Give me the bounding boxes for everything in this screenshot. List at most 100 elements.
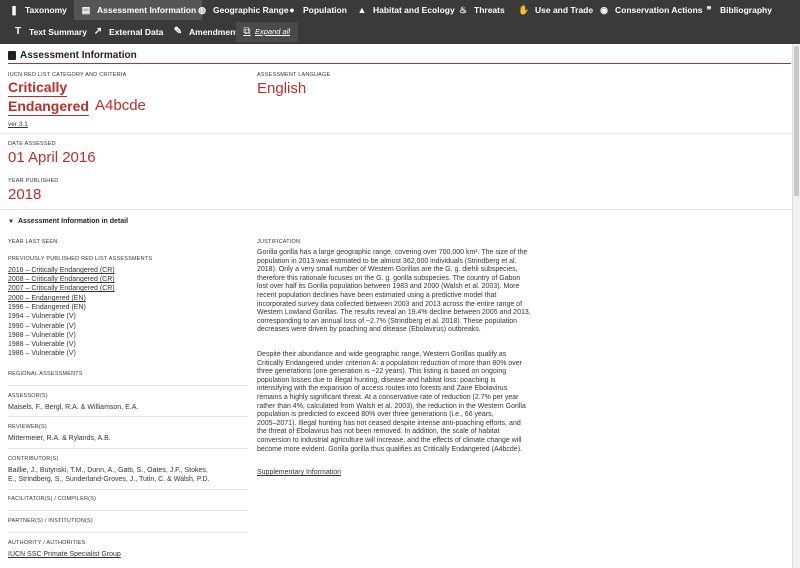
nav-geographic-range[interactable]: ◍ Geographic Range (196, 0, 289, 20)
expand-all-link[interactable]: ⧉ Expand all (236, 22, 299, 42)
divider (0, 133, 792, 134)
nav-bibliography[interactable]: ❞ Bibliography (703, 0, 772, 20)
justification-line: 2018). Only a very small number of Weste… (257, 266, 518, 274)
category-line-2: Endangered (8, 98, 89, 116)
category-name: Endangered (8, 98, 89, 114)
justification-paragraph-2: Despite their abundance and wide geograp… (257, 351, 533, 454)
habitat-icon: ▲ (357, 5, 367, 15)
authority-link[interactable]: IUCN SSC Primate Specialist Group (8, 550, 121, 559)
nav-label: Habitat and Ecology (373, 5, 455, 15)
justification-label: Justification (257, 239, 301, 245)
nav-label: Amendment (189, 27, 239, 37)
text-icon: T (14, 26, 22, 37)
nav-label: Bibliography (720, 5, 772, 15)
previous-assessment-item: 1988 – Vulnerable (V) (8, 341, 76, 348)
taxonomy-icon: ❚ (10, 5, 18, 15)
contributors-value: E., Strindberg, S., Sunderland-Groves, J… (8, 476, 210, 483)
year-published-label: Year Published (8, 178, 59, 184)
regional-assessments-label: Regional assessments (8, 371, 83, 377)
partners-label: Partner(s) / Institution(s) (8, 518, 93, 524)
reviewers-label: Reviewer(s) (8, 424, 47, 430)
justification-line: therefore this rationale focuses on the … (257, 274, 521, 282)
nav-label: Use and Trade (535, 5, 594, 15)
previous-assessment-item: 1990 – Vulnerable (V) (8, 323, 76, 330)
justification-line: population is predicted to exceed 80% ov… (257, 411, 494, 419)
divider (8, 385, 248, 386)
scrollbar[interactable] (792, 44, 800, 568)
justification-line: become more evident. Gorilla gorilla thu… (257, 445, 522, 453)
nav-threats[interactable]: ♨ Threats (457, 0, 505, 20)
divider (8, 510, 248, 511)
justification-line: corresponding to an annual loss of ~2.7%… (257, 317, 518, 325)
detail-toggle[interactable]: ▼ Assessment Information in detail (8, 218, 128, 225)
nav-amendment[interactable]: ✎ Amendment (172, 22, 238, 42)
scrollbar-thumb[interactable] (794, 46, 799, 196)
justification-line: three generations (one generation is ~22… (257, 368, 507, 376)
contributors-label: Contributor(s) (8, 456, 59, 462)
previous-assessment-link[interactable]: 2008 – Critically Endangered (CR) (8, 275, 115, 284)
detail-toggle-label: Assessment Information in detail (17, 218, 129, 225)
nav-assessment-information[interactable]: ▤ Assessment Information (74, 0, 203, 20)
nav-label: Taxonomy (25, 5, 67, 15)
caret-down-icon: ▼ (8, 219, 14, 225)
nav-label: Conservation Actions (615, 5, 703, 15)
justification-line: recent population declines have been est… (257, 291, 497, 299)
nav-habitat-ecology[interactable]: ▲ Habitat and Ecology (356, 0, 455, 20)
document-icon (8, 51, 16, 60)
divider (8, 416, 248, 417)
previous-assessment-link[interactable]: 2016 – Critically Endangered (CR) (8, 266, 115, 275)
justification-line: conversion to industrial agriculture wil… (257, 436, 522, 444)
nav-population[interactable]: ● Population (286, 0, 347, 20)
criteria-code: A4bcde (95, 97, 146, 114)
language-label: Assessment Language (257, 72, 331, 78)
nav-label: Threats (474, 5, 505, 15)
previous-assessment-item: 1994 – Vulnerable (V) (8, 313, 76, 320)
previous-assessment-item: 1986 – Vulnerable (V) (8, 350, 76, 357)
date-assessed-value: 01 April 2016 (8, 149, 96, 166)
date-assessed-label: Date Assessed (8, 141, 56, 147)
version-link[interactable]: ver 3.1 (8, 121, 28, 128)
justification-line: 2005–2071). Illegal hunting has not ceas… (257, 419, 521, 427)
previous-assessment-item: 1996 – Endangered (EN) (8, 304, 86, 311)
justification-line: intensifying with the expansion of acces… (257, 385, 508, 393)
expand-all-label: Expand all (255, 27, 291, 36)
assessment-icon: ▤ (81, 5, 91, 15)
previous-assessment-link[interactable]: 2007 – Critically Endangered (CR) (8, 284, 115, 293)
external-link-icon: ↗ (93, 26, 103, 37)
supplementary-information-link[interactable]: Supplementary Information (257, 468, 341, 477)
pencil-icon: ✎ (173, 26, 183, 37)
bibliography-icon: ❞ (706, 5, 712, 15)
nav-label: Population (303, 5, 347, 15)
expand-icon: ⧉ (243, 26, 251, 37)
justification-line: population in 2013 was estimated to be a… (257, 257, 517, 265)
nav-conservation-actions[interactable]: ◉ Conservation Actions (598, 0, 703, 20)
nav-label: Text Summary (29, 27, 87, 37)
category-line-1: Critically (8, 79, 68, 97)
population-icon: ● (289, 5, 295, 15)
divider (8, 448, 248, 449)
year-published-value: 2018 (8, 186, 42, 203)
justification-line: rather than 4%, calculated from Walsh et… (257, 402, 526, 410)
justification-line: Gorilla gorilla has a large geographic r… (257, 249, 528, 256)
nav-text-summary[interactable]: T Text Summary (12, 22, 87, 42)
justification-line: Western Lowland Gorillas. The results re… (257, 309, 531, 317)
nav-label: External Data (109, 27, 164, 37)
year-last-seen-label: Year last seen (8, 239, 58, 245)
section-divider (8, 63, 791, 64)
nav-use-trade[interactable]: ✋ Use and Trade (518, 0, 593, 20)
justification-line: the threat of Ebolavirus has not been re… (257, 428, 500, 436)
nav-label: Assessment Information (97, 5, 197, 15)
language-value: English (257, 80, 307, 97)
justification-line: Critically Endangered under criterion A:… (257, 359, 522, 367)
nav-taxonomy[interactable]: ❚ Taxonomy (8, 0, 67, 20)
justification-line: decreases were driven by poaching and di… (257, 326, 481, 334)
trade-icon: ✋ (518, 5, 530, 15)
reviewers-value: Mittermeier, R.A. & Rylands, A.B. (8, 435, 111, 442)
justification-line: lost over half its Gorilla population be… (257, 283, 520, 291)
threats-icon: ♨ (458, 5, 468, 15)
previous-assessment-link[interactable]: 2000 – Endangered (EN) (8, 294, 86, 303)
facilitators-label: Facilitator(s) / Compiler(s) (8, 496, 97, 502)
divider (8, 532, 248, 533)
previous-assessment-item: 1988 – Vulnerable (V) (8, 332, 76, 339)
nav-external-data[interactable]: ↗ External Data (92, 22, 164, 42)
